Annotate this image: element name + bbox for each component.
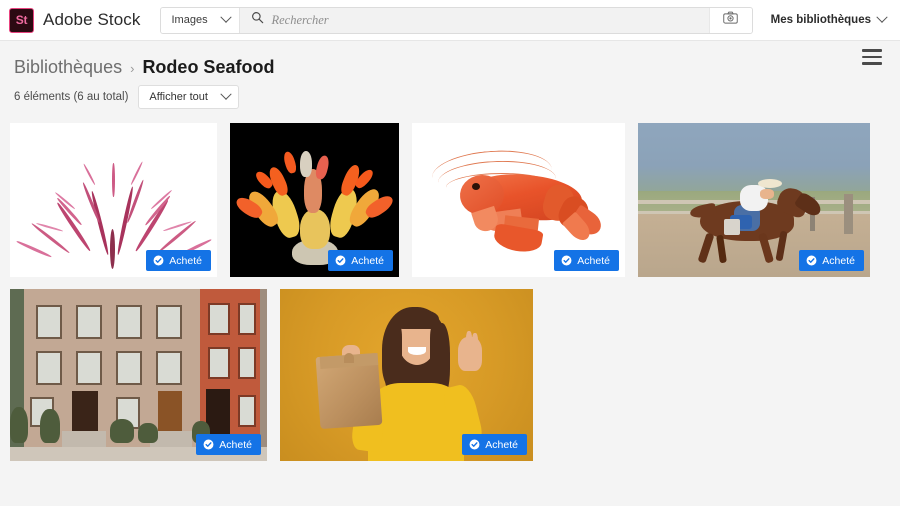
check-circle-icon (561, 255, 572, 266)
search-type-dropdown[interactable]: Images (160, 7, 240, 33)
asset-card[interactable]: Acheté (638, 123, 870, 277)
asset-card[interactable]: Acheté (10, 123, 217, 277)
asset-card[interactable]: Acheté (280, 289, 533, 461)
app-header: St Adobe Stock Images Rechercher Mes bib… (0, 0, 900, 41)
brand-name: Adobe Stock (43, 10, 141, 29)
breadcrumb: Bibliothèques › Rodeo Seafood (14, 57, 886, 78)
purchased-badge: Acheté (196, 434, 261, 455)
asset-thumbnail: Acheté (280, 289, 533, 461)
asset-thumbnail: Acheté (10, 289, 267, 461)
search-input-wrapper[interactable]: Rechercher (239, 7, 709, 33)
purchased-badge-label: Acheté (485, 438, 518, 451)
check-circle-icon (153, 255, 164, 266)
purchased-badge: Acheté (328, 250, 393, 271)
asset-card[interactable]: Acheté (230, 123, 399, 277)
asset-thumbnail: Acheté (638, 123, 870, 277)
asset-thumbnail: Acheté (412, 123, 625, 277)
view-options-menu-icon[interactable] (862, 49, 882, 65)
search-type-label: Images (171, 14, 208, 26)
chevron-down-icon (876, 11, 888, 23)
purchased-badge-label: Acheté (577, 254, 610, 267)
asset-grid: Acheté Acheté Acheté Acheté Acheté Achet… (0, 123, 900, 461)
search-input[interactable]: Rechercher (272, 13, 329, 28)
adobe-stock-logo-icon: St (9, 7, 34, 33)
chevron-down-icon (219, 11, 232, 23)
breadcrumb-libraries-link[interactable]: Bibliothèques (14, 57, 122, 78)
purchased-badge: Acheté (146, 250, 211, 271)
asset-card[interactable]: Acheté (10, 289, 267, 461)
purchased-badge-label: Acheté (822, 254, 855, 267)
check-circle-icon (335, 255, 346, 266)
purchased-badge: Acheté (462, 434, 527, 455)
purchased-badge-label: Acheté (219, 438, 252, 451)
camera-icon (723, 11, 738, 29)
purchased-badge: Acheté (799, 250, 864, 271)
library-meta-row: 6 éléments (6 au total) Afficher tout (14, 85, 886, 109)
library-header: Bibliothèques › Rodeo Seafood 6 éléments… (0, 41, 900, 109)
my-libraries-label: Mes bibliothèques (770, 14, 871, 26)
filter-dropdown-label: Afficher tout (149, 91, 208, 103)
item-count-text: 6 éléments (6 au total) (14, 91, 129, 103)
purchased-badge-label: Acheté (351, 254, 384, 267)
visual-search-camera-button[interactable] (708, 7, 752, 33)
check-circle-icon (806, 255, 817, 266)
asset-thumbnail: Acheté (10, 123, 217, 277)
check-circle-icon (203, 439, 214, 450)
page-title: Rodeo Seafood (142, 57, 275, 77)
search-bar: Images Rechercher (159, 6, 753, 34)
filter-dropdown[interactable]: Afficher tout (138, 85, 239, 109)
brand-logo[interactable]: St Adobe Stock (9, 7, 141, 33)
purchased-badge: Acheté (554, 250, 619, 271)
breadcrumb-separator-icon: › (130, 61, 135, 76)
asset-thumbnail: Acheté (230, 123, 399, 277)
chevron-down-icon (220, 88, 232, 100)
purchased-badge-label: Acheté (169, 254, 202, 267)
my-libraries-menu[interactable]: Mes bibliothèques (770, 11, 888, 26)
search-icon (251, 11, 264, 29)
check-circle-icon (469, 439, 480, 450)
asset-card[interactable]: Acheté (412, 123, 625, 277)
